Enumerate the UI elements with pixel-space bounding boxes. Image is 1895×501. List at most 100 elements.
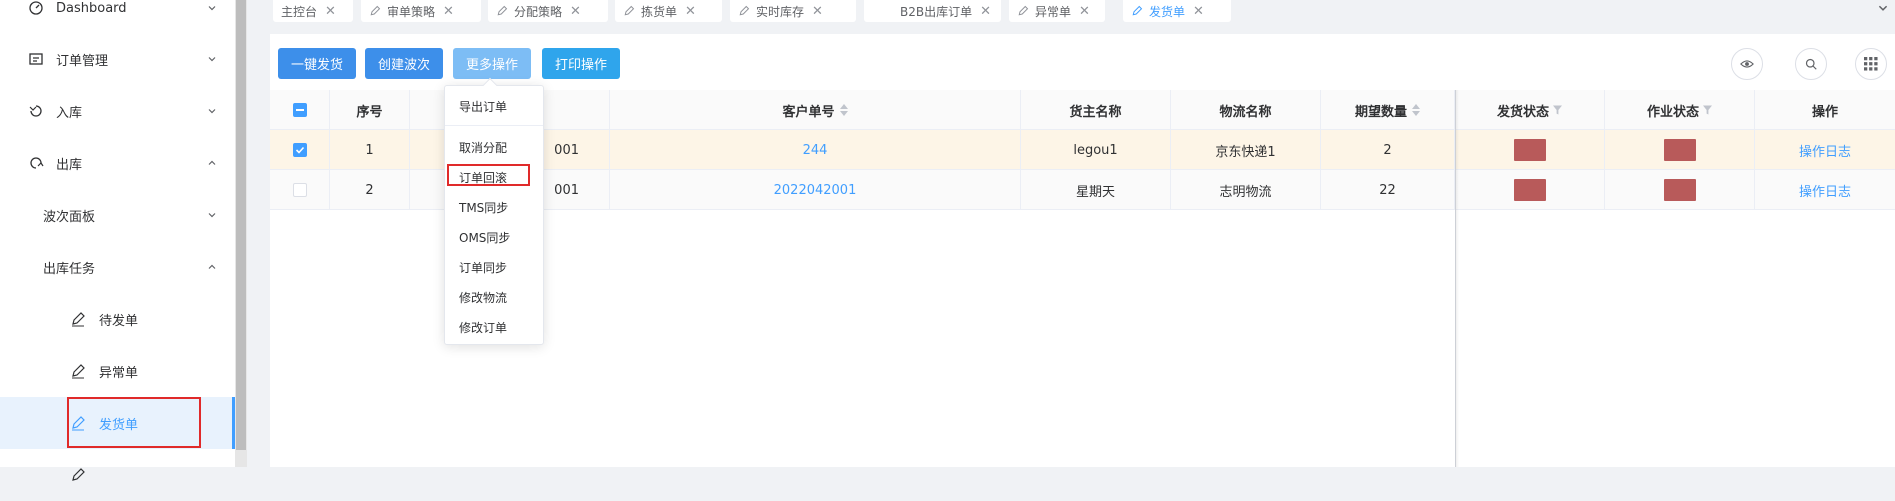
tab-allocation-strategy[interactable]: 分配策略 ✕ — [488, 0, 608, 22]
filter-icon[interactable] — [1553, 105, 1562, 115]
scrollbar-thumb[interactable] — [236, 0, 246, 450]
sidebar-item-dashboard[interactable]: Dashboard — [0, 0, 235, 34]
menu-item-cancel-allocation[interactable]: 取消分配 — [445, 132, 543, 162]
cell-ship-status — [1455, 170, 1605, 210]
cell-customer-no[interactable]: 244 — [610, 130, 1021, 170]
tab-exception[interactable]: 异常单 ✕ — [1009, 0, 1105, 22]
header-work-status[interactable]: 作业状态 — [1605, 90, 1755, 130]
cell-work-status — [1605, 130, 1755, 170]
order-icon — [29, 53, 43, 65]
outbound-icon — [30, 157, 44, 169]
cell-owner: legou1 — [1021, 130, 1171, 170]
sidebar-item-label: 入库 — [56, 105, 83, 121]
header-customer-no[interactable]: 客户单号 — [610, 90, 1021, 130]
sidebar-item-inbound[interactable]: 入库 — [0, 85, 235, 137]
chevron-down-icon[interactable] — [1877, 2, 1889, 14]
sidebar-item-wave-panel[interactable]: 波次面板 — [0, 189, 235, 241]
eye-icon — [1740, 60, 1754, 68]
row-select-cell — [270, 170, 330, 210]
status-badge — [1513, 179, 1546, 201]
sidebar-item-label: 订单管理 — [56, 53, 109, 69]
cell-seq: 1 — [330, 130, 410, 170]
close-icon[interactable]: ✕ — [980, 4, 991, 19]
edit-icon — [624, 5, 635, 16]
cell-work-status — [1605, 170, 1755, 210]
edit-icon — [497, 5, 508, 16]
header-logistics: 物流名称 — [1171, 90, 1321, 130]
edit-icon — [72, 312, 85, 327]
close-icon[interactable]: ✕ — [570, 4, 581, 19]
header-label: 发货状态 — [1496, 104, 1549, 120]
tab-label: 拣货单 — [641, 4, 678, 19]
close-icon[interactable]: ✕ — [325, 4, 336, 19]
chevron-up-icon — [208, 264, 216, 269]
close-icon[interactable]: ✕ — [812, 4, 823, 19]
cell-qty: 22 — [1321, 170, 1455, 210]
close-icon[interactable]: ✕ — [1193, 4, 1204, 19]
tab-inventory[interactable]: 实时库存 ✕ — [730, 0, 856, 22]
sidebar-scrollbar[interactable] — [235, 0, 247, 467]
menu-item-export-orders[interactable]: 导出订单 — [445, 91, 543, 121]
chevron-up-icon — [208, 160, 216, 165]
more-actions-dropdown: 导出订单 取消分配 订单回滚 TMS同步 OMS同步 订单同步 修改物流 修改订… — [444, 77, 544, 345]
select-all-checkbox[interactable] — [292, 103, 307, 117]
chevron-down-icon — [208, 57, 216, 62]
close-icon[interactable]: ✕ — [1079, 4, 1090, 19]
search-icon — [1805, 58, 1817, 70]
search-button[interactable] — [1795, 48, 1827, 80]
sidebar-item-outbound-tasks[interactable]: 出库任务 — [0, 241, 235, 293]
select-all-cell — [270, 90, 330, 130]
tab-label: 异常单 — [1035, 4, 1072, 19]
row-checkbox[interactable] — [292, 183, 307, 197]
edit-icon — [1018, 5, 1029, 16]
menu-item-modify-order[interactable]: 修改订单 — [445, 312, 543, 342]
sort-icon[interactable] — [1412, 104, 1420, 116]
sidebar-item-label: Dashboard — [56, 0, 127, 16]
sidebar-item-label: 出库任务 — [43, 261, 96, 277]
header-qty[interactable]: 期望数量 — [1321, 90, 1455, 130]
column-visibility-button[interactable] — [1731, 48, 1763, 80]
sidebar-item-outbound[interactable]: 出库 — [0, 137, 235, 189]
sidebar-item-pending[interactable]: 待发单 — [0, 293, 235, 345]
edit-icon — [739, 5, 750, 16]
filter-icon[interactable] — [1703, 105, 1712, 115]
tab-label: B2B出库订单 — [900, 4, 973, 19]
header-ship-status[interactable]: 发货状态 — [1455, 90, 1605, 130]
grid-settings-button[interactable] — [1855, 48, 1887, 80]
tab-shipping[interactable]: 发货单 ✕ — [1123, 0, 1231, 22]
sidebar-item-exception[interactable]: 异常单 — [0, 345, 235, 397]
sidebar-item-orders[interactable]: 订单管理 — [0, 33, 235, 85]
inbound-icon — [29, 105, 42, 117]
row-checkbox[interactable] — [292, 143, 307, 157]
tab-picking[interactable]: 拣货单 ✕ — [615, 0, 722, 22]
tab-audit-strategy[interactable]: 审单策略 ✕ — [361, 0, 481, 22]
print-actions-button[interactable]: 打印操作 — [542, 48, 620, 79]
menu-item-modify-logistics[interactable]: 修改物流 — [445, 282, 543, 312]
grid-icon — [1864, 57, 1878, 71]
one-click-ship-button[interactable]: 一键发货 — [278, 48, 356, 79]
tab-label: 主控台 — [281, 4, 318, 19]
tab-console[interactable]: 主控台 ✕ — [273, 0, 353, 22]
header-owner: 货主名称 — [1021, 90, 1171, 130]
header-seq: 序号 — [330, 90, 410, 130]
create-wave-button[interactable]: 创建波次 — [365, 48, 443, 79]
header-label: 期望数量 — [1354, 104, 1407, 120]
sidebar-item-next[interactable] — [0, 449, 235, 501]
tab-label: 实时库存 — [756, 4, 805, 19]
close-icon[interactable]: ✕ — [685, 4, 696, 19]
operation-log-link[interactable]: 操作日志 — [1755, 130, 1895, 170]
menu-item-tms-sync[interactable]: TMS同步 — [445, 192, 543, 222]
edit-icon — [370, 5, 381, 16]
sort-icon[interactable] — [839, 104, 848, 116]
status-badge — [1663, 179, 1696, 201]
menu-item-order-sync[interactable]: 订单同步 — [445, 252, 543, 282]
tab-b2b-outbound[interactable]: B2B出库订单 ✕ — [864, 0, 1001, 22]
menu-item-oms-sync[interactable]: OMS同步 — [445, 222, 543, 252]
sidebar: Dashboard 订单管理 入库 出库 波次面板 出库任务 待发单 异常单 发… — [0, 0, 235, 481]
close-icon[interactable]: ✕ — [443, 4, 454, 19]
more-actions-button[interactable]: 更多操作 — [453, 48, 531, 79]
sidebar-item-label: 出库 — [56, 157, 83, 173]
operation-log-link[interactable]: 操作日志 — [1755, 170, 1895, 210]
cell-customer-no[interactable]: 2022042001 — [610, 170, 1021, 210]
cell-owner: 星期天 — [1021, 170, 1171, 210]
